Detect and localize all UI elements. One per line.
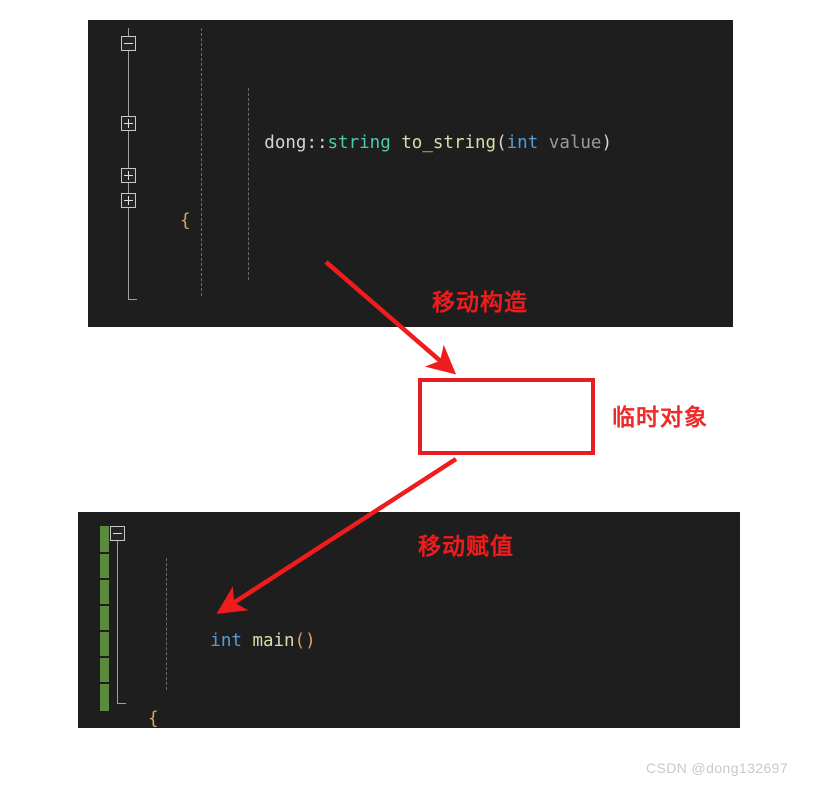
code-line: dong::string to_string(int value) <box>88 105 612 153</box>
token-brace: { <box>148 708 159 728</box>
code-text-area-bottom[interactable]: int main() { dong::string ret1; ret1 = d… <box>78 512 316 728</box>
temporary-object-box <box>418 378 595 455</box>
token-keyword: int <box>210 631 242 652</box>
token-function: main <box>241 631 295 652</box>
code-line: { <box>88 209 191 235</box>
code-block-to-string: dong::string to_string(int value) { bool… <box>88 20 733 327</box>
token-punct: ) <box>601 133 613 154</box>
token-punct: ( <box>496 133 507 154</box>
annotation-temporary-object: 临时对象 <box>612 405 708 431</box>
token-punct: () <box>294 631 316 652</box>
token-parameter: value <box>538 133 602 154</box>
token-namespace: dong:: <box>264 133 328 154</box>
csdn-watermark: CSDN @dong132697 <box>646 760 789 776</box>
annotation-move-assign: 移动赋值 <box>418 534 514 560</box>
token-type: string <box>327 133 391 154</box>
code-text-area-top[interactable]: dong::string to_string(int value) { bool… <box>88 20 612 327</box>
code-line: bool flag = true; <box>88 312 151 327</box>
annotation-move-construct: 移动构造 <box>432 290 528 316</box>
token-brace: { <box>180 210 191 231</box>
code-block-main: int main() { dong::string ret1; ret1 = d… <box>78 512 740 728</box>
token-keyword: int <box>506 133 539 154</box>
code-line: int main() <box>78 603 315 651</box>
code-line: { <box>78 707 159 728</box>
token-function: to_string <box>390 133 497 154</box>
